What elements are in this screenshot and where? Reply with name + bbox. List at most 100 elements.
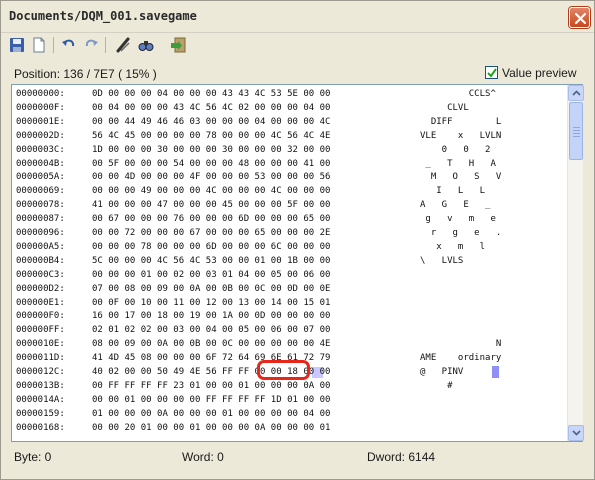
hex-row[interactable]: 0000002D: 56 4C 45 00 00 00 00 78 00 00 0… bbox=[12, 130, 567, 143]
hex-row[interactable]: 000000A5: 00 00 00 78 00 00 00 6D 00 00 0… bbox=[12, 241, 567, 254]
hex-row-bytes: 00 0F 00 10 00 11 00 12 00 13 00 14 00 1… bbox=[92, 297, 331, 308]
scroll-down-button[interactable] bbox=[568, 425, 584, 441]
hex-row-bytes: 00 00 00 49 00 00 00 4C 00 00 00 4C 00 0… bbox=[92, 186, 331, 197]
hex-row-address: 000000E1: bbox=[16, 297, 65, 308]
hex-row-bytes: 41 00 00 00 47 00 00 00 45 00 00 00 5F 0… bbox=[92, 200, 331, 211]
hex-row-bytes: 00 00 4D 00 00 00 4F 00 00 00 53 00 00 0… bbox=[92, 172, 331, 183]
position-label: Position: 136 / 7E7 ( 15% ) bbox=[14, 67, 157, 81]
hex-row[interactable]: 00000000: 0D 00 00 00 04 00 00 00 43 43 4… bbox=[12, 88, 567, 101]
goto-button[interactable] bbox=[113, 35, 133, 55]
hex-row-address: 0000013B: bbox=[16, 380, 65, 391]
hex-row[interactable]: 0000000F: 00 04 00 00 00 43 4C 56 4C 02 0… bbox=[12, 102, 567, 115]
scroll-thumb[interactable] bbox=[569, 102, 583, 160]
hex-row-ascii: DIFF L bbox=[420, 116, 502, 127]
hex-row-ascii: CCLS^ bbox=[420, 89, 496, 99]
hex-row-ascii: M O S V bbox=[420, 172, 502, 183]
hex-row-bytes: 00 00 01 00 00 00 00 FF FF FF FF 1D 01 0… bbox=[92, 394, 331, 405]
hex-row[interactable]: 0000004B: 00 5F 00 00 00 54 00 00 00 48 0… bbox=[12, 158, 567, 171]
hex-row-address: 00000000: bbox=[16, 89, 65, 99]
close-icon bbox=[574, 12, 587, 25]
exit-icon bbox=[171, 37, 186, 53]
annotation-highlight bbox=[257, 360, 310, 380]
hex-row-ascii: \ LVLS bbox=[420, 255, 464, 266]
hex-row[interactable]: 000000F0: 16 00 17 00 18 00 19 00 1A 00 0… bbox=[12, 310, 567, 323]
hex-row[interactable]: 00000078: 41 00 00 00 47 00 00 00 45 00 0… bbox=[12, 199, 567, 212]
hex-row-ascii: @ PINV bbox=[420, 367, 464, 377]
hex-row-bytes: 16 00 17 00 18 00 19 00 1A 00 0D 00 00 0… bbox=[92, 311, 331, 322]
find-button[interactable] bbox=[136, 35, 156, 55]
hex-row-address: 000000A5: bbox=[16, 241, 65, 252]
redo-button[interactable] bbox=[81, 35, 101, 55]
hex-row[interactable]: 00000159: 01 00 00 00 0A 00 00 00 01 00 0… bbox=[12, 408, 567, 421]
hex-row[interactable]: 000000C3: 00 00 00 01 00 02 00 03 01 04 0… bbox=[12, 269, 567, 282]
scroll-grip bbox=[573, 136, 580, 137]
hex-row-bytes: 00 5F 00 00 00 54 00 00 00 48 00 00 00 4… bbox=[92, 158, 331, 169]
hex-row[interactable]: 0000001E: 00 00 44 49 46 46 03 00 00 00 0… bbox=[12, 116, 567, 129]
new-document-icon bbox=[33, 37, 45, 53]
checkmark-icon bbox=[487, 68, 497, 78]
hex-row-ascii: _ T H A bbox=[420, 158, 496, 169]
hex-row-address: 000000C3: bbox=[16, 269, 65, 280]
scroll-up-button[interactable] bbox=[568, 85, 584, 101]
hex-row-address: 0000011D: bbox=[16, 353, 65, 364]
chevron-up-icon bbox=[572, 90, 581, 96]
new-document-button[interactable] bbox=[29, 35, 49, 55]
hex-row-ascii: AME ordinary bbox=[420, 353, 502, 364]
dword-value: Dword: 6144 bbox=[367, 450, 436, 464]
hex-row-ascii: # bbox=[420, 380, 453, 391]
hex-row[interactable]: 0000005A: 00 00 4D 00 00 00 4F 00 00 00 5… bbox=[12, 171, 567, 184]
hex-row-address: 00000168: bbox=[16, 422, 65, 433]
goto-icon bbox=[116, 37, 130, 53]
hex-row[interactable]: 0000003C: 1D 00 00 00 30 00 00 00 30 00 0… bbox=[12, 144, 567, 157]
hex-row-bytes: 00 00 44 49 46 46 03 00 00 00 04 00 00 0… bbox=[92, 116, 331, 127]
undo-button[interactable] bbox=[59, 35, 79, 55]
hex-row[interactable]: 000000E1: 00 0F 00 10 00 11 00 12 00 13 0… bbox=[12, 297, 567, 310]
hex-row-address: 00000078: bbox=[16, 200, 65, 211]
hex-view[interactable]: 00000000: 0D 00 00 00 04 00 00 00 43 43 4… bbox=[11, 84, 584, 442]
hex-row-ascii: N bbox=[420, 339, 502, 350]
toolbar bbox=[1, 33, 594, 57]
hex-row-bytes: 0D 00 00 00 04 00 00 00 43 43 4C 53 5E 0… bbox=[92, 89, 331, 99]
title-bar[interactable]: Documents/DQM_001.savegame bbox=[1, 1, 594, 33]
hex-row-bytes: 07 00 08 00 09 00 0A 00 0B 00 0C 00 0D 0… bbox=[92, 283, 331, 294]
close-button[interactable] bbox=[569, 7, 590, 28]
hex-row[interactable]: 0000014A: 00 00 01 00 00 00 00 FF FF FF F… bbox=[12, 394, 567, 407]
hex-row[interactable]: 0000013B: 00 FF FF FF FF 23 01 00 00 01 0… bbox=[12, 380, 567, 393]
hex-row[interactable]: 00000069: 00 00 00 49 00 00 00 4C 00 00 0… bbox=[12, 185, 567, 198]
hex-row-ascii: 0 0 2 bbox=[420, 144, 491, 155]
save-button[interactable] bbox=[7, 35, 27, 55]
hex-row-ascii: A G E _ bbox=[420, 200, 491, 211]
hex-row-ascii: CLVL bbox=[420, 102, 469, 113]
redo-icon bbox=[85, 39, 98, 47]
value-preview-checkbox[interactable] bbox=[485, 66, 498, 79]
hex-row[interactable]: 00000168: 00 00 20 01 00 00 01 00 00 00 0… bbox=[12, 422, 567, 435]
hex-row-bytes: 56 4C 45 00 00 00 00 78 00 00 00 4C 56 4… bbox=[92, 130, 331, 141]
hex-row-bytes: 1D 00 00 00 30 00 00 00 30 00 00 00 32 0… bbox=[92, 144, 331, 155]
hex-row-ascii: r g e . bbox=[420, 228, 502, 238]
hex-row[interactable]: 0000010E: 08 00 09 00 0A 00 0B 00 0C 00 0… bbox=[12, 338, 567, 351]
hex-row-address: 0000002D: bbox=[16, 130, 65, 141]
value-preview-label: Value preview bbox=[502, 66, 577, 80]
hex-row[interactable]: 00000096: 00 00 72 00 00 00 67 00 00 00 6… bbox=[12, 227, 567, 240]
hex-row-ascii: VLE x LVLN bbox=[420, 130, 502, 141]
hex-rows[interactable]: 00000000: 0D 00 00 00 04 00 00 00 43 43 4… bbox=[12, 85, 567, 441]
hex-row-address: 00000159: bbox=[16, 408, 65, 419]
hex-row-address: 0000003C: bbox=[16, 144, 65, 155]
hex-row-ascii: I L L bbox=[420, 186, 486, 197]
hex-row-address: 0000004B: bbox=[16, 158, 65, 169]
hex-row-address: 000000F0: bbox=[16, 311, 65, 322]
window-title: Documents/DQM_001.savegame bbox=[9, 9, 197, 23]
hex-row-address: 0000000F: bbox=[16, 102, 65, 113]
scroll-grip bbox=[573, 127, 580, 128]
hex-row[interactable]: 000000D2: 07 00 08 00 09 00 0A 00 0B 00 0… bbox=[12, 283, 567, 296]
hex-row-bytes: 00 00 20 01 00 00 01 00 00 00 0A 00 00 0… bbox=[92, 422, 331, 433]
hex-row-address: 0000001E: bbox=[16, 116, 65, 127]
save-icon bbox=[10, 38, 24, 52]
hex-row-address: 00000087: bbox=[16, 214, 65, 225]
hex-row-address: 000000B4: bbox=[16, 255, 65, 266]
vertical-scrollbar[interactable] bbox=[567, 85, 584, 441]
hex-row[interactable]: 000000B4: 5C 00 00 00 4C 56 4C 53 00 00 0… bbox=[12, 255, 567, 268]
hex-row[interactable]: 000000FF: 02 01 02 02 00 03 00 04 00 05 0… bbox=[12, 324, 567, 337]
exit-button[interactable] bbox=[168, 35, 188, 55]
hex-row[interactable]: 00000087: 00 67 00 00 00 76 00 00 00 6D 0… bbox=[12, 213, 567, 226]
